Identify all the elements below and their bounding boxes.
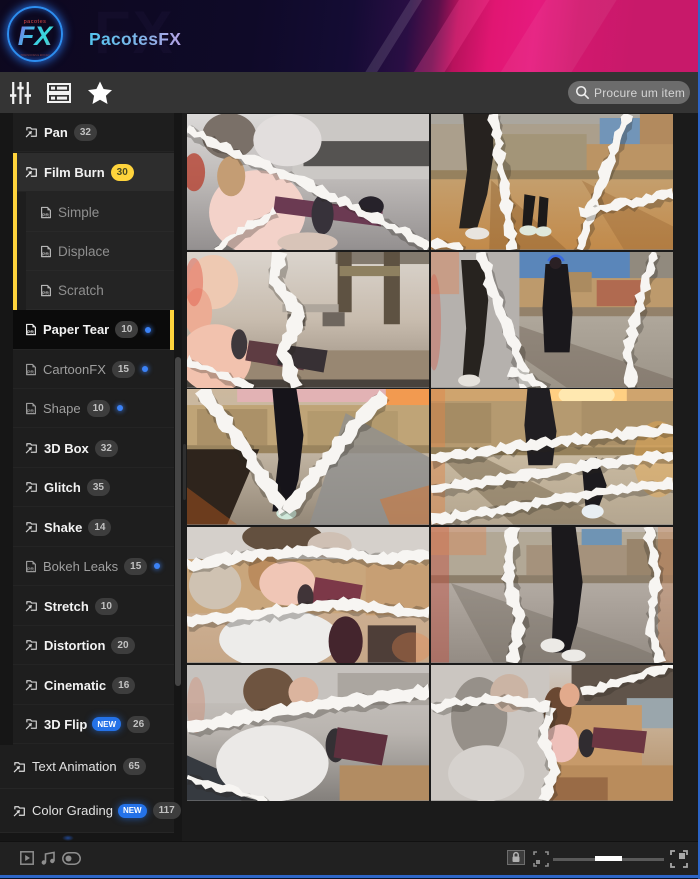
svg-text:PR: PR xyxy=(42,290,49,296)
svg-text:PR: PR xyxy=(27,330,34,336)
svg-text:PR: PR xyxy=(42,212,49,218)
svg-text:PR: PR xyxy=(27,566,34,572)
svg-text:PR: PR xyxy=(42,251,49,257)
svg-text:PR: PR xyxy=(27,408,34,414)
svg-text:PR: PR xyxy=(27,369,34,375)
